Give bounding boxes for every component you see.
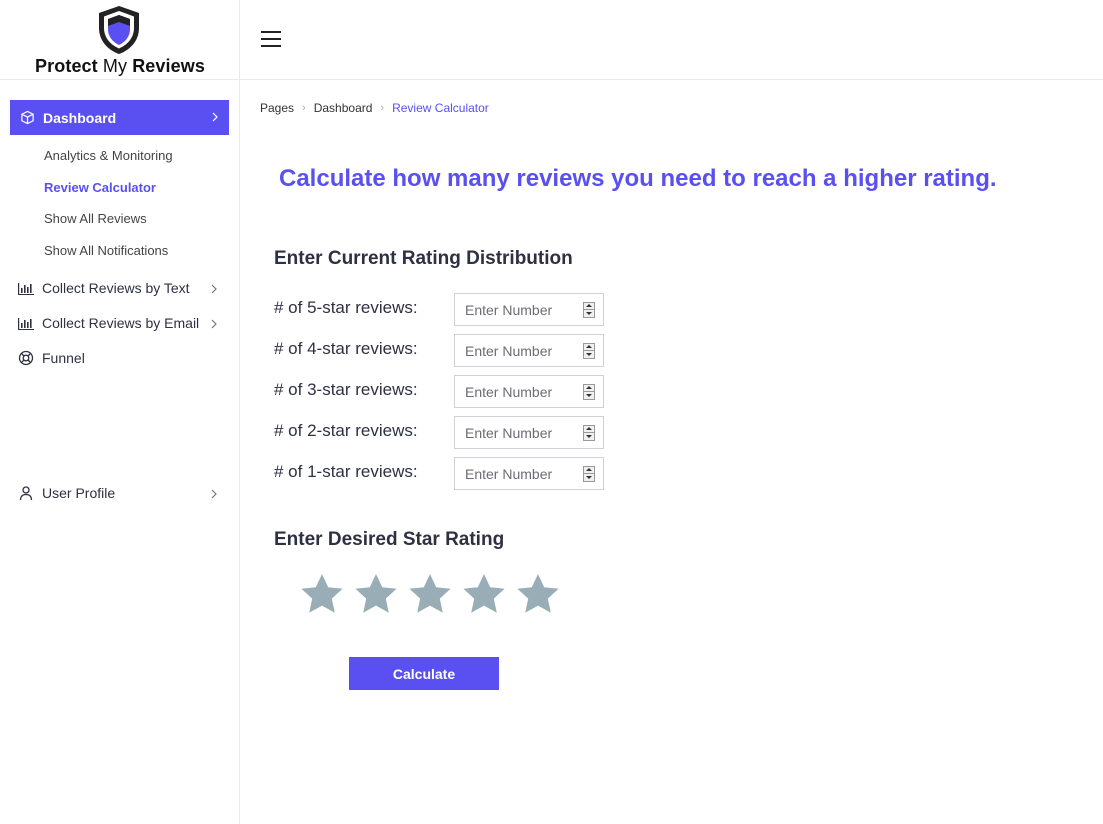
shield-icon	[99, 6, 139, 54]
spinner-up-icon[interactable]	[584, 385, 594, 392]
sidebar-item-collect-text[interactable]: Collect Reviews by Text	[18, 278, 228, 298]
sidebar-item-dashboard[interactable]: Dashboard	[10, 100, 229, 135]
spinner-down-icon[interactable]	[584, 310, 594, 317]
star-icon-5[interactable]	[514, 571, 562, 619]
spinner-down-icon[interactable]	[584, 351, 594, 358]
sidebar-item-funnel[interactable]: Funnel	[18, 348, 228, 368]
number-spinner[interactable]	[583, 425, 595, 441]
two-star-input[interactable]	[465, 417, 585, 448]
star-rating-selector	[298, 571, 568, 619]
cube-icon	[21, 110, 34, 125]
sidebar-subitem-show-all-notifications[interactable]: Show All Notifications	[44, 243, 168, 258]
spinner-down-icon[interactable]	[584, 433, 594, 440]
breadcrumb: Pages › Dashboard › Review Calculator	[260, 101, 489, 115]
spinner-up-icon[interactable]	[584, 467, 594, 474]
four-star-field	[454, 334, 604, 367]
distribution-title: Enter Current Rating Distribution	[274, 248, 573, 269]
star-icon-3[interactable]	[406, 571, 454, 619]
sidebar-item-user-profile[interactable]: User Profile	[18, 483, 228, 503]
three-star-label: # of 3-star reviews:	[274, 380, 418, 399]
desired-rating-title: Enter Desired Star Rating	[274, 529, 505, 550]
number-spinner[interactable]	[583, 466, 595, 482]
spinner-down-icon[interactable]	[584, 392, 594, 399]
chevron-right-icon	[211, 319, 217, 329]
two-star-label: # of 2-star reviews:	[274, 421, 418, 440]
two-star-field	[454, 416, 604, 449]
chevron-right-icon	[212, 112, 218, 122]
sidebar-item-label: Funnel	[42, 350, 85, 366]
chevron-right-icon: ›	[380, 102, 385, 114]
top-header	[240, 0, 1103, 80]
sidebar-item-label: User Profile	[42, 485, 116, 501]
sidebar-item-collect-email[interactable]: Collect Reviews by Email	[18, 313, 228, 333]
user-icon	[19, 486, 33, 501]
number-spinner[interactable]	[583, 302, 595, 318]
star-icon-2[interactable]	[352, 571, 400, 619]
one-star-input[interactable]	[465, 458, 585, 489]
sidebar-subitem-analytics[interactable]: Analytics & Monitoring	[44, 148, 173, 163]
lifebuoy-icon	[18, 350, 34, 366]
five-star-input[interactable]	[465, 294, 585, 325]
bar-chart-icon	[18, 283, 34, 295]
number-spinner[interactable]	[583, 343, 595, 359]
spinner-up-icon[interactable]	[584, 344, 594, 351]
breadcrumb-pages[interactable]: Pages	[260, 101, 294, 115]
breadcrumb-dashboard[interactable]: Dashboard	[314, 101, 373, 115]
calculate-button[interactable]: Calculate	[349, 657, 499, 690]
chevron-right-icon	[211, 284, 217, 294]
sidebar-subitem-show-all-reviews[interactable]: Show All Reviews	[44, 211, 147, 226]
star-icon-1[interactable]	[298, 571, 346, 619]
app-root: Protect My Reviews Dashboard Analytics &…	[0, 0, 1103, 824]
number-spinner[interactable]	[583, 384, 595, 400]
sidebar-item-label: Dashboard	[43, 109, 117, 126]
breadcrumb-current: Review Calculator	[392, 101, 489, 115]
three-star-input[interactable]	[465, 376, 585, 407]
chevron-right-icon	[211, 489, 217, 499]
sidebar-item-label: Collect Reviews by Text	[42, 280, 190, 296]
spinner-up-icon[interactable]	[584, 426, 594, 433]
sidebar-subitem-review-calculator[interactable]: Review Calculator	[44, 180, 156, 195]
hamburger-menu-icon[interactable]	[261, 31, 281, 47]
sidebar: Protect My Reviews Dashboard Analytics &…	[0, 0, 240, 824]
brand-logo[interactable]: Protect My Reviews	[0, 0, 239, 80]
spinner-down-icon[interactable]	[584, 474, 594, 481]
page-headline: Calculate how many reviews you need to r…	[279, 165, 997, 192]
brand-name: Protect My Reviews	[35, 56, 205, 76]
sidebar-item-label: Collect Reviews by Email	[42, 315, 200, 331]
five-star-field	[454, 293, 604, 326]
four-star-input[interactable]	[465, 335, 585, 366]
one-star-field	[454, 457, 604, 490]
five-star-label: # of 5-star reviews:	[274, 298, 418, 317]
bar-chart-icon	[18, 318, 34, 330]
three-star-field	[454, 375, 604, 408]
star-icon-4[interactable]	[460, 571, 508, 619]
one-star-label: # of 1-star reviews:	[274, 462, 418, 481]
spinner-up-icon[interactable]	[584, 303, 594, 310]
four-star-label: # of 4-star reviews:	[274, 339, 418, 358]
chevron-right-icon: ›	[302, 102, 306, 114]
